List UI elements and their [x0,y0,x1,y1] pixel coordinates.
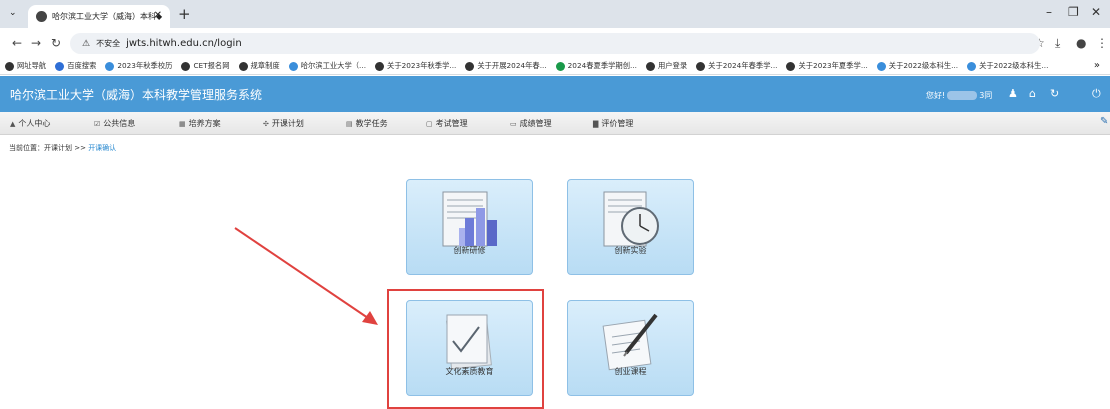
pointer-arrow-icon [234,227,378,325]
